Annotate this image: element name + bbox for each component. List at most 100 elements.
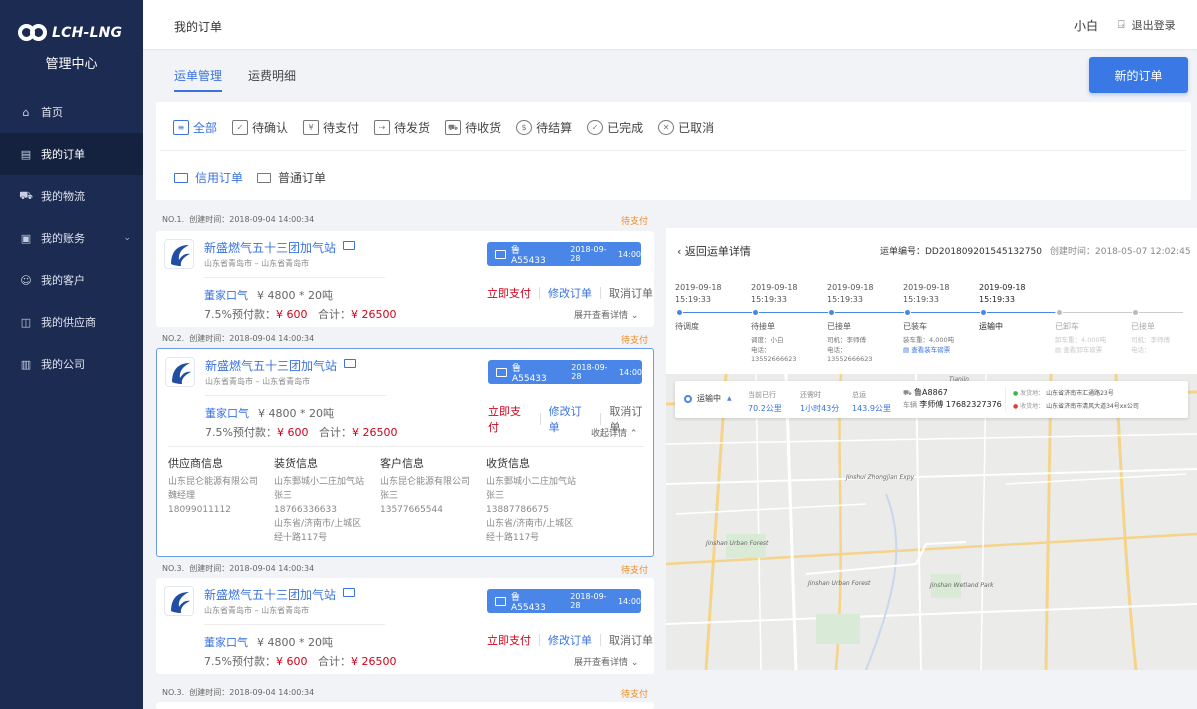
chevron-down-icon: ⌄ — [123, 233, 131, 243]
truck-badge[interactable]: 鲁A55433 2018-09-28 14:00 — [488, 360, 642, 384]
divider — [204, 624, 385, 625]
modify-order-button[interactable]: 修改订单 — [548, 632, 592, 648]
expand-details-button[interactable]: 展开查看详情 ⌄ — [574, 655, 638, 668]
view-unloading-ticket-link[interactable]: ▤ 查看卸车磅票 — [1055, 346, 1106, 356]
tab-waybill-management[interactable]: 运单管理 — [174, 67, 223, 92]
link-label: 查看装车磅票 — [911, 345, 951, 354]
detail-line: 山东鄄城小二庄加气站 — [486, 477, 577, 487]
expand-label: 展开查看详情 — [574, 311, 629, 321]
order-meta: NO.1. 创建时间：2018-09-04 14:00:34 待支付 — [162, 214, 648, 227]
modify-order-button[interactable]: 修改订单 — [548, 285, 592, 301]
truck-badge[interactable]: 鲁A55433 2018-09-28 14:00 — [487, 589, 641, 613]
total-amount: ¥ 26500 — [351, 426, 398, 439]
user-name[interactable]: 小白 — [1074, 17, 1098, 34]
status-tab-to-confirm[interactable]: ✓ 待确认 — [232, 119, 288, 136]
step-date: 2019-09-18 — [827, 283, 874, 292]
settle-icon: $ — [516, 120, 533, 135]
tab-freight-details[interactable]: 运费明细 — [248, 67, 296, 92]
sidebar-nav: ⌂ 首页 ▤ 我的订单 ⛟ 我的物流 ▣ 我的账务 ⌄ ☺ 我的客户 ◫ 我的供应商 ▥ 我的公… — [0, 91, 143, 385]
divider — [600, 634, 601, 646]
sidebar-item-orders[interactable]: ▤ 我的订单 — [0, 133, 143, 175]
order-actions: 立即支付 修改订单 取消订单 — [487, 285, 653, 301]
order-card[interactable] — [156, 702, 654, 709]
cancel-order-button[interactable]: 取消订单 — [609, 632, 653, 648]
invoice-icon[interactable] — [343, 241, 355, 250]
new-order-button[interactable]: 新的订单 — [1089, 57, 1188, 93]
divider — [1005, 387, 1006, 411]
status-tab-to-pay[interactable]: ¥ 待支付 — [303, 119, 359, 136]
destination-dot-icon: ● — [1013, 403, 1019, 410]
order-number: NO.1. — [162, 215, 185, 224]
logout-button[interactable]: ⍈ 退出登录 — [1118, 17, 1176, 33]
truck-icon: ⛟ — [19, 188, 33, 202]
origin-dot-icon: ● — [1013, 390, 1019, 397]
credit-card-icon — [174, 172, 188, 183]
step-label: 待接单 — [751, 322, 775, 331]
view-loading-ticket-link[interactable]: ▤ 查看装车磅票 — [903, 346, 954, 356]
status-tab-to-ship[interactable]: ⇢ 待发货 — [374, 119, 430, 136]
cancel-order-button[interactable]: 取消订单 — [609, 285, 653, 301]
modify-order-button[interactable]: 修改订单 — [549, 403, 593, 435]
filter-panel: ≡ 全部 ✓ 待确认 ¥ 待支付 ⇢ 待发货 ⛟ 待收货 $ 待结算 ✓ 已完成 ✕ 已取消 信… — [156, 102, 1191, 200]
status-tab-all[interactable]: ≡ 全部 — [173, 119, 217, 136]
status-tab-label: 已取消 — [678, 121, 715, 135]
sidebar-item-suppliers[interactable]: ◫ 我的供应商 — [0, 301, 143, 343]
order-card[interactable]: 新盛燃气五十三团加气站 山东省青岛市 – 山东省青岛市 鲁A55433 2018-… — [156, 578, 654, 674]
collapse-details-button[interactable]: 收起详情 ⌃ — [591, 426, 637, 439]
step-label: 已接单 — [827, 322, 851, 331]
logout-label: 退出登录 — [1131, 19, 1176, 32]
station-address: 山东省青岛市 – 山东省青岛市 — [204, 606, 310, 615]
sidebar-item-label: 我的账务 — [41, 232, 85, 245]
chevron-left-icon: ‹ — [677, 245, 682, 258]
back-button[interactable]: ‹ 返回运单详情 — [677, 243, 751, 259]
map-roads — [666, 374, 1197, 670]
sidebar-item-logistics[interactable]: ⛟ 我的物流 — [0, 175, 143, 217]
tab-credit-orders[interactable]: 信用订单 — [174, 169, 243, 186]
step-date: 2019-09-18 — [979, 283, 1026, 292]
wallet-icon: ▣ — [20, 231, 32, 245]
station-name[interactable]: 新盛燃气五十三团加气站 — [204, 239, 336, 256]
detail-line: 张三 — [380, 491, 399, 501]
detail-line: 18099011112 — [168, 505, 231, 515]
pay-now-button[interactable]: 立即支付 — [487, 632, 531, 648]
route-map[interactable]: Tianjin Jinshan Urban Forest Jinshan Wet… — [666, 374, 1197, 670]
brand-logo[interactable]: LCH-LNG — [18, 24, 122, 42]
sidebar-item-customers[interactable]: ☺ 我的客户 — [0, 259, 143, 301]
collapse-label: 收起详情 — [591, 429, 628, 439]
delivery-time: 14:00 — [617, 596, 641, 606]
top-bar: 我的订单 小白 ⍈ 退出登录 — [143, 0, 1197, 49]
total-label: 合计： — [317, 308, 351, 321]
step-detail-line: 电话： — [751, 345, 771, 354]
station-name[interactable]: 新盛燃气五十三团加气站 — [205, 357, 337, 374]
total-label: 合计： — [318, 426, 352, 439]
transport-info-card: 运输中 ▲ 当前已行 70.2公里 还需时 1小时43分 总运 143.9公里 ⛟ 鲁A… — [675, 381, 1188, 418]
sidebar-item-accounts[interactable]: ▣ 我的账务 ⌄ — [0, 217, 143, 259]
order-card[interactable]: 新盛燃气五十三团加气站 山东省青岛市 – 山东省青岛市 鲁A55433 2018-… — [156, 231, 654, 327]
brand-subtitle: 管理中心 — [45, 57, 98, 72]
pay-now-button[interactable]: 立即支付 — [487, 285, 531, 301]
sidebar-item-home[interactable]: ⌂ 首页 — [0, 91, 143, 133]
sidebar-item-company[interactable]: ▥ 我的公司 — [0, 343, 143, 385]
prepay-summary: 7.5%预付款：¥ 600 合计：¥ 26500 — [205, 424, 397, 440]
transport-status[interactable]: 运输中 ▲ — [684, 393, 732, 404]
tab-normal-orders[interactable]: 普通订单 — [257, 169, 326, 186]
detail-line: 张三 — [274, 491, 293, 501]
chevron-down-icon: ⌄ — [630, 658, 639, 668]
status-tab-completed[interactable]: ✓ 已完成 — [587, 119, 643, 136]
status-tab-cancelled[interactable]: ✕ 已取消 — [658, 119, 714, 136]
order-no: NO.3. 创建时间：2018-09-04 14:00:34 — [162, 687, 314, 700]
order-card-selected[interactable]: 新盛燃气五十三团加气站 山东省青岛市 – 山东省青岛市 鲁A55433 2018-… — [156, 348, 654, 557]
truck-badge[interactable]: 鲁A55433 2018-09-28 14:00 — [487, 242, 641, 266]
origin-label: 发货地： — [1020, 390, 1045, 397]
expand-details-button[interactable]: 展开查看详情 ⌄ — [574, 308, 638, 321]
status-tab-to-receive[interactable]: ⛟ 待收货 — [445, 119, 501, 136]
invoice-icon[interactable] — [344, 359, 356, 368]
step-date: 2019-09-18 — [751, 283, 798, 292]
step-detail: 调度：小白 电话： 13552666623 — [751, 336, 797, 365]
invoice-icon[interactable] — [343, 588, 355, 597]
prepay-summary: 7.5%预付款：¥ 600 合计：¥ 26500 — [204, 306, 396, 322]
pay-now-button[interactable]: 立即支付 — [488, 403, 532, 435]
order-actions: 立即支付 修改订单 取消订单 — [487, 632, 653, 648]
station-name[interactable]: 新盛燃气五十三团加气站 — [204, 586, 336, 603]
status-tab-to-settle[interactable]: $ 待结算 — [516, 119, 572, 136]
